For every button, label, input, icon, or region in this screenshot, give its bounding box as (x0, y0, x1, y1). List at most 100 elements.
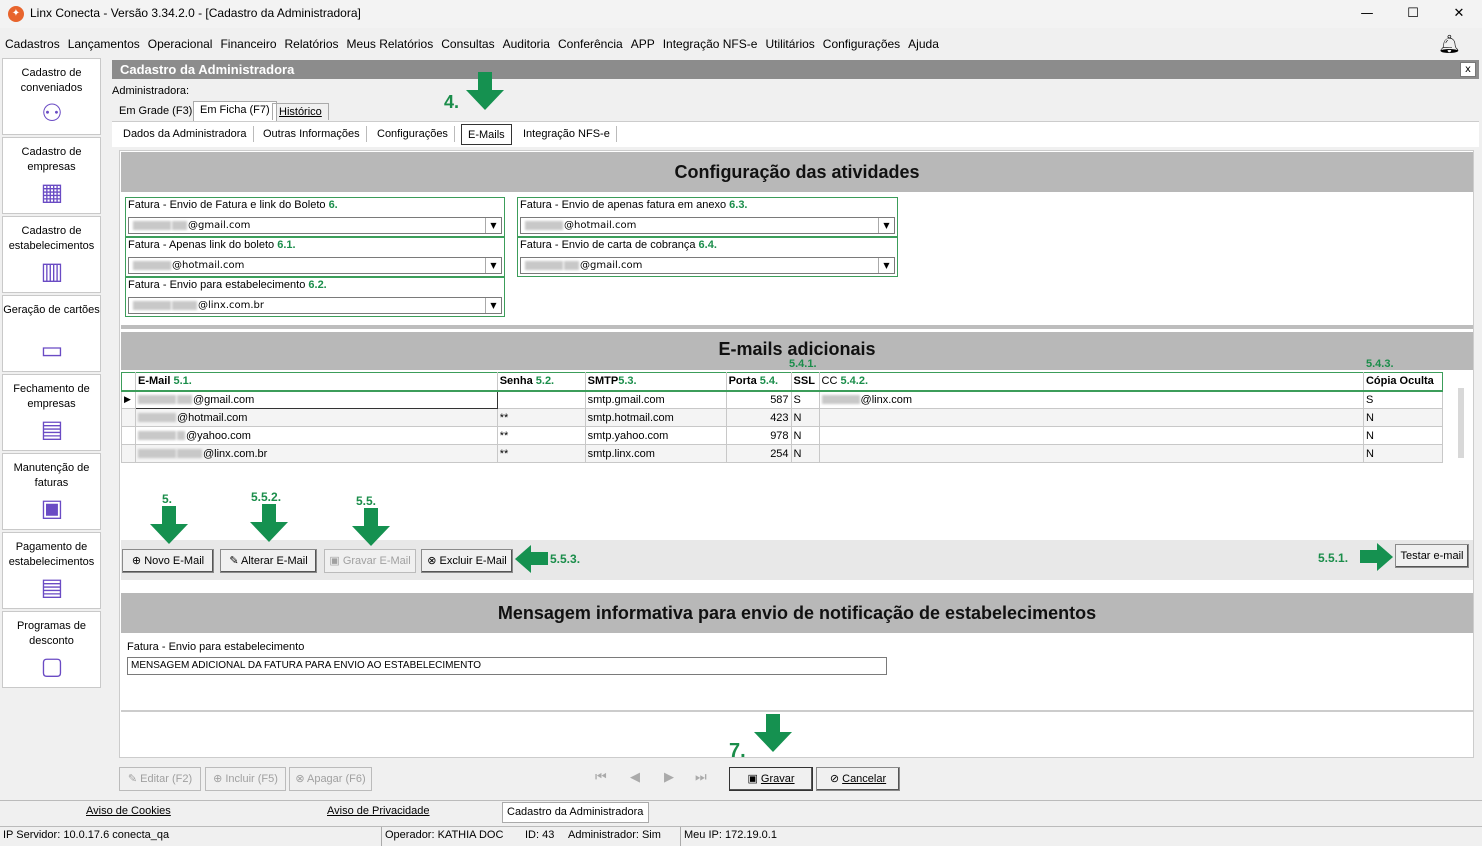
maximize-button[interactable]: ☐ (1390, 0, 1436, 28)
editar-button[interactable]: ✎ Editar (F2) (119, 767, 201, 791)
menu-ajuda[interactable]: Ajuda (908, 37, 939, 51)
col-smtp[interactable]: SMTP5.3. (584, 372, 727, 392)
menu-app[interactable]: APP (631, 37, 655, 51)
cell-ssl[interactable]: N (790, 408, 820, 427)
cell-oculta[interactable]: N (1362, 444, 1444, 463)
cell-senha[interactable]: ** (496, 444, 586, 463)
sidebar-item-empresas[interactable]: Cadastro de empresas ▦ (2, 137, 101, 214)
first-record-icon[interactable]: ⏮ (595, 770, 607, 785)
apagar-button[interactable]: ⊗ Apagar (F6) (289, 767, 372, 791)
gravar-button[interactable]: ▣ Gravar (729, 767, 813, 791)
table-row[interactable]: @yahoo.com ** smtp.yahoo.com 978 N N (121, 426, 1444, 445)
grid-scrollbar[interactable] (1458, 388, 1464, 458)
table-row[interactable]: @hotmail.com ** smtp.hotmail.com 423 N N (121, 408, 1444, 427)
menu-relatorios[interactable]: Relatórios (285, 37, 339, 51)
cell-cc[interactable] (818, 426, 1364, 445)
chevron-down-icon[interactable]: ▼ (878, 218, 894, 233)
col-senha[interactable]: Senha 5.2. (496, 372, 586, 392)
cell-smtp[interactable]: smtp.yahoo.com (584, 426, 727, 445)
cancelar-button[interactable]: ⊘ Cancelar (816, 767, 900, 791)
next-record-icon[interactable]: ▶ (664, 770, 674, 785)
tab-em-ficha[interactable]: Em Ficha (F7) (193, 101, 277, 121)
tab-historico[interactable]: Histórico (272, 103, 329, 120)
sidebar-item-cartoes[interactable]: Geração de cartões ▭ (2, 295, 101, 372)
table-row[interactable]: @linx.com.br ** smtp.linx.com 254 N N (121, 444, 1444, 463)
cell-smtp[interactable]: smtp.hotmail.com (584, 408, 727, 427)
document-tab-administradora[interactable]: Cadastro da Administradora (502, 802, 649, 823)
minimize-button[interactable]: — (1344, 0, 1390, 28)
col-cc[interactable]: CC 5.4.2. (818, 372, 1364, 392)
gravar-email-button[interactable]: ▣ Gravar E-Mail (324, 549, 416, 573)
sidebar-item-fechamento[interactable]: Fechamento de empresas ▤ (2, 374, 101, 451)
combo-carta-cobranca[interactable]: @gmail.com ▼ (520, 257, 895, 274)
col-porta[interactable]: Porta 5.4. (725, 372, 792, 392)
col-email[interactable]: E-Mail 5.1. (134, 372, 498, 392)
cell-email[interactable]: @gmail.com (134, 390, 498, 409)
tab-emails[interactable]: E-Mails (461, 124, 512, 145)
table-row[interactable]: ▶ @gmail.com smtp.gmail.com 587 S @linx.… (121, 390, 1444, 409)
cell-smtp[interactable]: smtp.gmail.com (584, 390, 727, 409)
cell-email[interactable]: @yahoo.com (134, 426, 498, 445)
chevron-down-icon[interactable]: ▼ (878, 258, 894, 273)
menu-configuracoes[interactable]: Configurações (823, 37, 900, 51)
tab-em-grade[interactable]: Em Grade (F3) (113, 103, 198, 119)
combo-envio-fatura-boleto[interactable]: @gmail.com ▼ (128, 217, 502, 234)
tab-integracao-nfse[interactable]: Integração NFS-e (517, 126, 617, 142)
tab-outras-informacoes[interactable]: Outras Informações (257, 126, 367, 142)
cell-ssl[interactable]: N (790, 444, 820, 463)
cell-porta[interactable]: 254 (725, 444, 792, 463)
menu-lancamentos[interactable]: Lançamentos (68, 37, 140, 51)
chevron-down-icon[interactable]: ▼ (485, 298, 501, 313)
cell-cc[interactable] (818, 444, 1364, 463)
cell-ssl[interactable]: S (790, 390, 820, 409)
menu-conferencia[interactable]: Conferência (558, 37, 623, 51)
sidebar-item-estabelecimentos[interactable]: Cadastro de estabelecimentos ▥ (2, 216, 101, 293)
combo-envio-estabelecimento[interactable]: @linx.com.br ▼ (128, 297, 502, 314)
menu-integracao-nfse[interactable]: Integração NFS-e (663, 37, 758, 51)
excluir-email-button[interactable]: ⊗ Excluir E-Mail (421, 549, 513, 573)
cell-cc[interactable]: @linx.com (818, 390, 1364, 409)
menu-financeiro[interactable]: Financeiro (220, 37, 276, 51)
sidebar-item-programas[interactable]: Programas de desconto ▢ (2, 611, 101, 688)
chevron-down-icon[interactable]: ▼ (485, 258, 501, 273)
tab-configuracoes[interactable]: Configurações (371, 126, 455, 142)
menu-meus-relatorios[interactable]: Meus Relatórios (347, 37, 434, 51)
chevron-down-icon[interactable]: ▼ (485, 218, 501, 233)
sidebar-item-conveniados[interactable]: Cadastro de conveniados ⚇ (2, 58, 101, 135)
combo-envio-fatura-anexo[interactable]: @hotmail.com ▼ (520, 217, 895, 234)
col-ssl[interactable]: SSL (790, 372, 820, 392)
testar-email-button[interactable]: Testar e-mail (1395, 544, 1469, 568)
menu-operacional[interactable]: Operacional (148, 37, 213, 51)
cell-porta[interactable]: 587 (725, 390, 792, 409)
cookies-link[interactable]: Aviso de Cookies (86, 805, 171, 817)
cell-senha[interactable] (496, 390, 586, 409)
cell-porta[interactable]: 978 (725, 426, 792, 445)
cell-senha[interactable]: ** (496, 426, 586, 445)
cell-email[interactable]: @hotmail.com (134, 408, 498, 427)
previous-record-icon[interactable]: ◀ (630, 770, 640, 785)
incluir-button[interactable]: ⊕ Incluir (F5) (205, 767, 286, 791)
cell-oculta[interactable]: N (1362, 426, 1444, 445)
sidebar-item-faturas[interactable]: Manutenção de faturas ▣ (2, 453, 101, 530)
last-record-icon[interactable]: ⏭ (695, 770, 707, 785)
cell-ssl[interactable]: N (790, 426, 820, 445)
novo-email-button[interactable]: ⊕ Novo E-Mail (122, 549, 214, 573)
tab-dados-administradora[interactable]: Dados da Administradora (117, 126, 254, 142)
message-input[interactable]: MENSAGEM ADICIONAL DA FATURA PARA ENVIO … (127, 657, 887, 675)
menu-utilitarios[interactable]: Utilitários (765, 37, 814, 51)
cell-porta[interactable]: 423 (725, 408, 792, 427)
menu-consultas[interactable]: Consultas (441, 37, 494, 51)
sidebar-item-pagamento[interactable]: Pagamento de estabelecimentos ▤ (2, 532, 101, 609)
menu-auditoria[interactable]: Auditoria (503, 37, 550, 51)
alterar-email-button[interactable]: ✎ Alterar E-Mail (220, 549, 317, 573)
cell-oculta[interactable]: N (1362, 408, 1444, 427)
cell-smtp[interactable]: smtp.linx.com (584, 444, 727, 463)
cell-email[interactable]: @linx.com.br (134, 444, 498, 463)
col-copia-oculta[interactable]: Cópia Oculta (1362, 372, 1444, 392)
close-window-button[interactable]: ✕ (1436, 0, 1482, 28)
bell-icon[interactable]: 🔔︎ (1438, 34, 1461, 55)
cell-cc[interactable] (818, 408, 1364, 427)
cell-senha[interactable]: ** (496, 408, 586, 427)
close-form-button[interactable]: x (1460, 62, 1476, 77)
menu-cadastros[interactable]: Cadastros (5, 37, 60, 51)
